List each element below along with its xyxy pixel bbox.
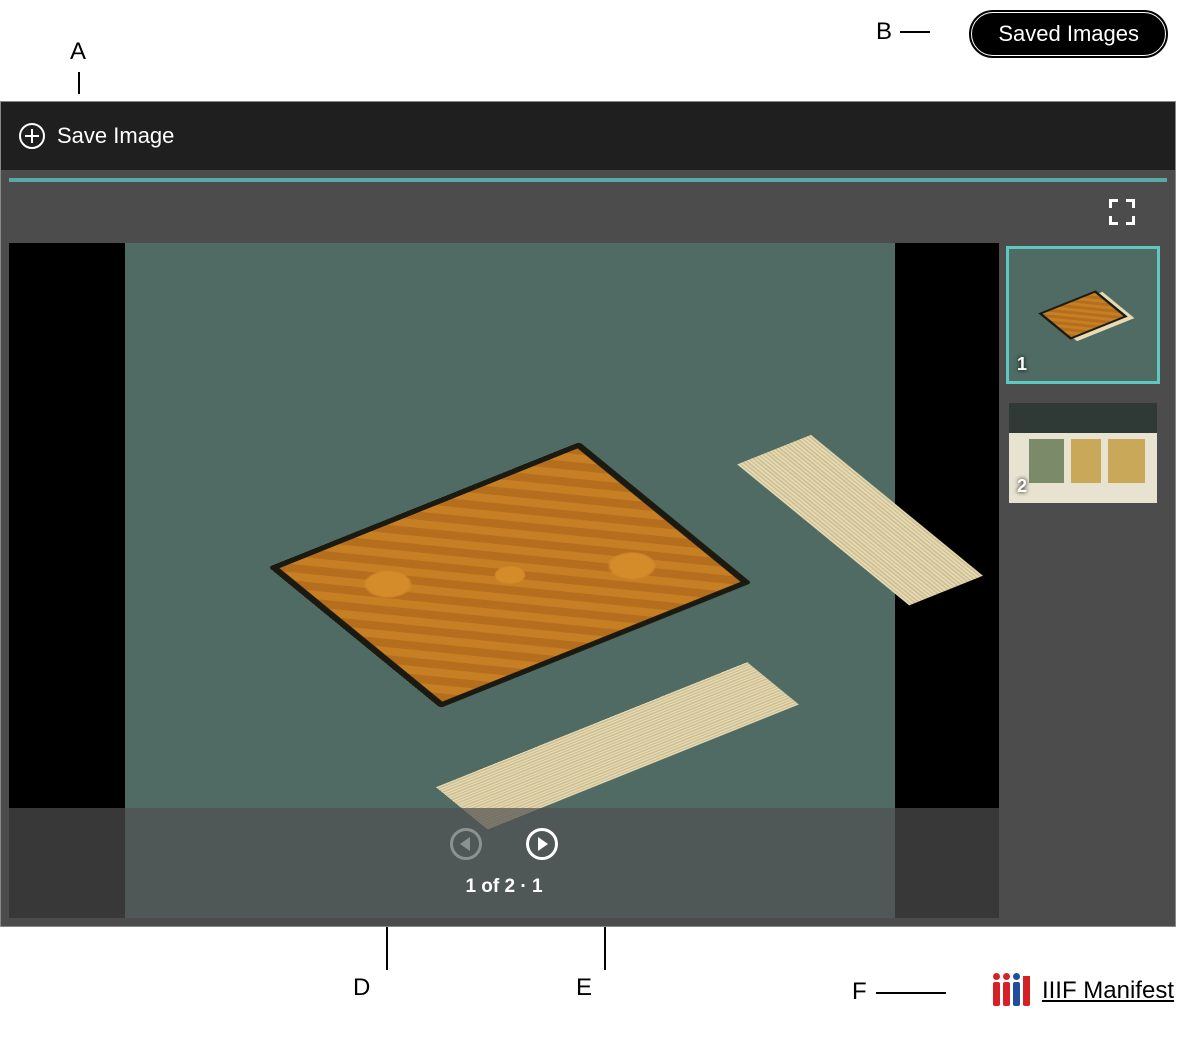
artwork-illustration [320,425,700,725]
viewer-topbar: Save Image [1,102,1175,170]
next-image-button[interactable] [526,828,558,860]
callout-line-f [876,992,946,994]
callout-b: B [876,18,892,46]
chevron-left-icon [460,837,470,851]
callout-line-a [78,72,80,94]
saved-images-button[interactable]: Saved Images [971,12,1166,56]
callout-e: E [576,974,592,1002]
save-image-button[interactable]: Save Image [19,123,174,149]
image-viewer: Save Image [0,101,1176,927]
viewer-stage[interactable]: 1 of 2 · 1 [9,243,999,918]
thumbnail-1[interactable]: 1 [1009,249,1157,381]
callout-a: A [70,38,86,66]
iiif-logo-icon [993,976,1030,1006]
callout-d: D [353,974,370,1002]
chevron-right-icon [538,837,548,851]
viewer-body: 1 of 2 · 1 1 2 [9,243,1167,918]
save-image-label: Save Image [57,123,174,149]
viewer-toolbar [1,182,1175,242]
prev-image-button[interactable] [450,828,482,860]
plus-circle-icon [19,123,45,149]
thumbnail-2[interactable]: 2 [1009,403,1157,503]
iiif-manifest-link[interactable]: IIIF Manifest [1042,977,1174,1005]
iiif-manifest-row: IIIF Manifest [993,976,1174,1006]
stage-controls: 1 of 2 · 1 [9,808,999,918]
fullscreen-icon[interactable] [1109,199,1135,225]
callout-line-b [900,31,930,33]
image-counter: 1 of 2 · 1 [465,876,542,898]
callout-f: F [852,978,867,1006]
thumbnail-index: 1 [1017,354,1027,375]
thumbnail-index: 2 [1017,476,1027,497]
thumbnail-strip: 1 2 [999,243,1167,918]
